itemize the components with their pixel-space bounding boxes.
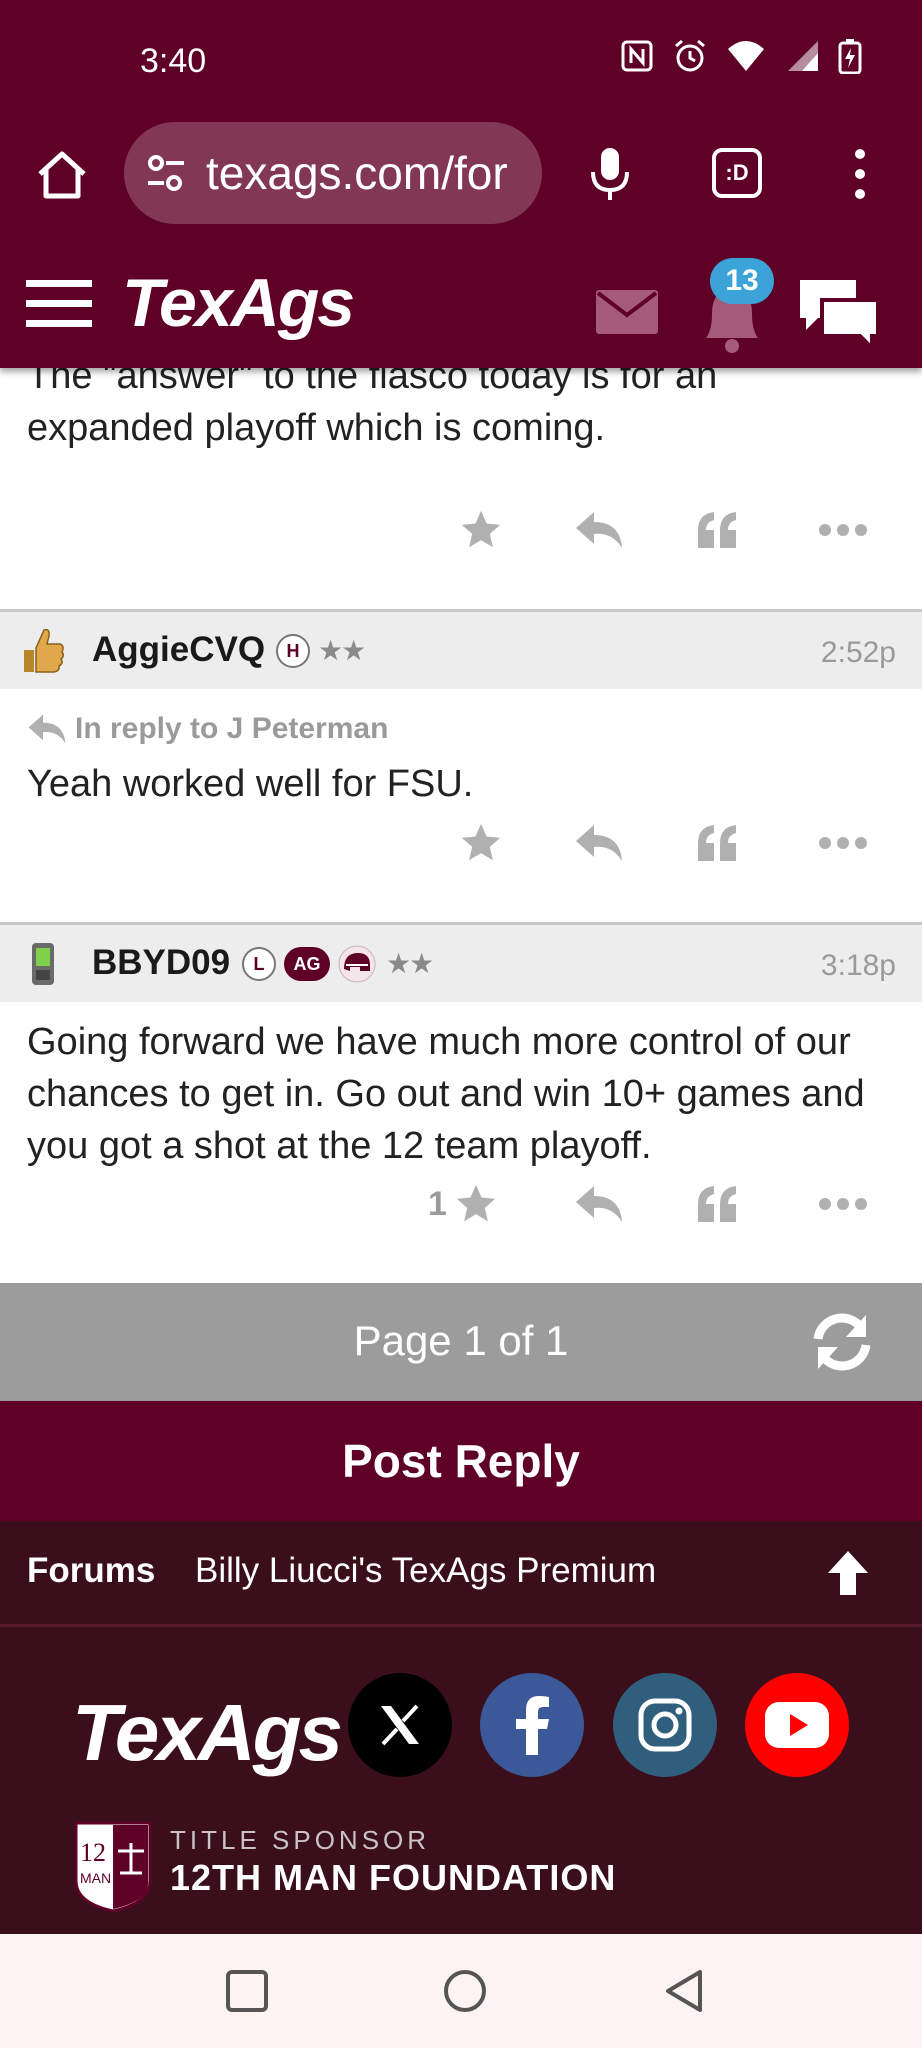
- more-horiz-icon: [819, 524, 867, 536]
- refresh-icon[interactable]: [806, 1309, 878, 1375]
- quote-icon: [698, 512, 736, 548]
- quote-button[interactable]: [696, 1174, 740, 1234]
- badge-ag: AG: [284, 947, 330, 981]
- quote-button[interactable]: [696, 500, 740, 560]
- post-header: AggieCVQ H ★★ 2:52p: [0, 609, 922, 689]
- signal-icon: [788, 41, 818, 71]
- badge-l: L: [242, 947, 276, 981]
- reply-to-text[interactable]: In reply to J Peterman: [75, 712, 388, 746]
- sponsor-label: TITLE SPONSOR: [170, 1825, 431, 1855]
- badge-h: H: [276, 634, 310, 668]
- avatar[interactable]: [18, 939, 68, 989]
- quote-button[interactable]: [696, 813, 740, 873]
- post-actions: [0, 500, 922, 560]
- site-logo[interactable]: TexAgs: [122, 264, 355, 342]
- post-actions: 1: [0, 1174, 922, 1234]
- system-nav-bar: [0, 1934, 922, 2048]
- username[interactable]: AggieCVQ: [92, 630, 265, 670]
- url-bar[interactable]: texags.com/for: [124, 122, 542, 224]
- more-button[interactable]: [818, 1174, 868, 1234]
- youtube-icon: [765, 1702, 829, 1748]
- mic-icon[interactable]: [586, 144, 634, 204]
- hamburger-icon[interactable]: [26, 278, 92, 328]
- nfc-icon: [621, 40, 653, 72]
- post-reply-button[interactable]: Post Reply: [0, 1401, 922, 1521]
- footer-logo[interactable]: TexAgs: [72, 1687, 343, 1779]
- browser-toolbar: texags.com/for :D: [0, 120, 922, 254]
- arrow-up-icon[interactable]: [826, 1549, 870, 1597]
- reply-button[interactable]: [574, 813, 624, 873]
- reply-icon: [576, 1186, 622, 1222]
- status-icons: [620, 38, 862, 74]
- site-header: TexAgs 13: [0, 254, 922, 368]
- reply-icon: [28, 714, 66, 744]
- notification-badge[interactable]: 13: [710, 258, 774, 304]
- star-icon: [456, 1184, 496, 1222]
- post-body: expanded playoff which is coming.: [27, 407, 606, 449]
- like-count: 1: [428, 1184, 447, 1223]
- tune-icon[interactable]: [144, 151, 188, 195]
- quote-icon: [698, 825, 736, 861]
- x-button[interactable]: [348, 1673, 452, 1777]
- shield-word: MAN: [80, 1870, 111, 1886]
- more-horiz-icon: [819, 1198, 867, 1210]
- breadcrumb-forums[interactable]: Forums: [27, 1551, 155, 1591]
- instagram-icon: [638, 1698, 692, 1752]
- star-icon: [461, 510, 501, 548]
- post-body: Yeah worked well for FSU.: [27, 763, 474, 805]
- wifi-icon: [728, 41, 764, 71]
- status-bar: 3:40: [0, 0, 922, 120]
- chat-icon[interactable]: [796, 274, 882, 350]
- like-button[interactable]: [458, 813, 504, 873]
- url-text[interactable]: texags.com/for: [206, 146, 508, 200]
- reply-icon: [576, 512, 622, 548]
- status-time: 3:40: [140, 42, 207, 80]
- helmet-icon: [338, 945, 376, 983]
- avatar[interactable]: [18, 626, 68, 676]
- more-button[interactable]: [818, 813, 868, 873]
- home-icon[interactable]: [34, 146, 90, 202]
- star-rating: ★★: [318, 635, 366, 666]
- facebook-icon: [516, 1696, 549, 1755]
- home-nav-icon[interactable]: [440, 1966, 490, 2016]
- recents-icon[interactable]: [222, 1966, 272, 2016]
- like-button[interactable]: 1: [428, 1174, 499, 1234]
- breadcrumb-board[interactable]: Billy Liucci's TexAgs Premium: [195, 1551, 656, 1591]
- youtube-button[interactable]: [745, 1673, 849, 1777]
- x-icon: [381, 1704, 419, 1746]
- footer: TexAgs 12 MAN TITLE SPONSOR 12TH MAN FOU…: [0, 1627, 922, 1934]
- like-button[interactable]: [458, 500, 504, 560]
- reply-to-link[interactable]: In reply to J Peterman: [27, 712, 388, 746]
- facebook-button[interactable]: [480, 1673, 584, 1777]
- breadcrumb: Forums Billy Liucci's TexAgs Premium: [0, 1521, 922, 1627]
- page-indicator: Page 1 of 1: [353, 1317, 569, 1364]
- instagram-button[interactable]: [613, 1673, 717, 1777]
- post-time: 2:52p: [820, 636, 896, 669]
- shield-number: 12: [80, 1838, 106, 1867]
- tab-switcher-button[interactable]: :D: [712, 148, 762, 198]
- quote-icon: [698, 1186, 736, 1222]
- reply-button[interactable]: [574, 1174, 624, 1234]
- mail-icon[interactable]: [596, 290, 658, 334]
- post-actions: [0, 813, 922, 873]
- star-icon: [461, 823, 501, 861]
- 12th-man-shield-logo[interactable]: 12 MAN: [74, 1821, 152, 1913]
- username[interactable]: BBYD09: [92, 943, 230, 983]
- more-vert-icon[interactable]: [844, 144, 876, 204]
- battery-icon: [838, 39, 862, 74]
- post-body: Going forward we have much more control …: [27, 1021, 865, 1167]
- star-rating: ★★: [386, 948, 434, 979]
- more-horiz-icon: [819, 837, 867, 849]
- back-icon[interactable]: [660, 1966, 710, 2016]
- sponsor-name[interactable]: 12TH MAN FOUNDATION: [170, 1857, 616, 1899]
- more-button[interactable]: [818, 500, 868, 560]
- alarm-icon: [675, 39, 705, 72]
- pager: Page 1 of 1: [0, 1283, 922, 1401]
- post-header: BBYD09 L AG ★★ 3:18p: [0, 922, 922, 1002]
- reply-icon: [576, 825, 622, 861]
- reply-button[interactable]: [574, 500, 624, 560]
- post-time: 3:18p: [820, 949, 896, 982]
